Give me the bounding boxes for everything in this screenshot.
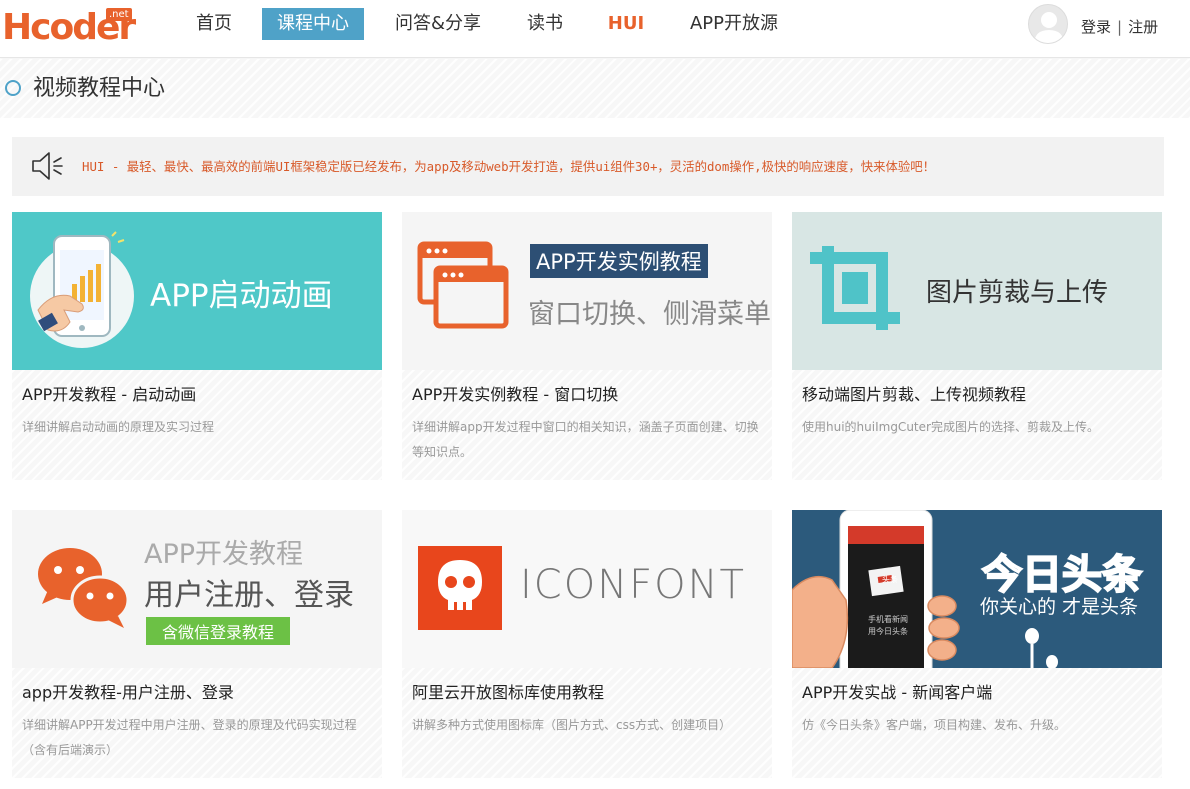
- banner-line1: APP开发实例教程: [530, 244, 708, 278]
- speaker-icon: [32, 152, 63, 180]
- phone-hand-icon: [792, 510, 960, 668]
- title-bar: [0, 59, 1190, 118]
- nav-item-courses[interactable]: 课程中心: [262, 8, 364, 40]
- nav-item-hui[interactable]: HUI: [604, 8, 648, 40]
- page-title: 视频教程中心: [33, 76, 166, 101]
- card-desc: 详细讲解app开发过程中窗口的相关知识，涵盖子页面创建、切换等知识点。: [412, 420, 759, 459]
- banner-line2: 用户注册、登录: [144, 578, 354, 613]
- card-title[interactable]: 移动端图片剪裁、上传视频教程: [802, 384, 1026, 406]
- phone-screen-badge: 头条: [882, 575, 898, 584]
- card-title[interactable]: APP开发实例教程 - 窗口切换: [412, 384, 618, 406]
- chat-bubbles-icon: [38, 548, 130, 628]
- course-card-iconfont[interactable]: ICONFONT 阿里云开放图标库使用教程 讲解多种方式使用图标库（图片方式、c…: [402, 510, 772, 778]
- register-link[interactable]: 注册: [1128, 16, 1158, 37]
- course-banner[interactable]: APP开发教程 用户注册、登录 含微信登录教程: [12, 510, 382, 668]
- course-card-user-login[interactable]: APP开发教程 用户注册、登录 含微信登录教程 app开发教程-用户注册、登录 …: [12, 510, 382, 778]
- logo-badge: .net: [106, 8, 132, 21]
- course-card-splash[interactable]: APP启动动画 APP开发教程 - 启动动画 详细讲解启动动画的原理及实习过程: [12, 212, 382, 480]
- course-banner[interactable]: 头条 手机看新闻 用今日头条 今日头条 你关心的 才是头条: [792, 510, 1162, 668]
- banner-line1: APP开发教程: [144, 539, 304, 570]
- banner-line1: 图片剪裁与上传: [926, 278, 1109, 308]
- skull-logo-icon: [418, 546, 502, 630]
- nav-item-app-open-source[interactable]: APP开放源: [684, 8, 784, 40]
- crop-icon: [810, 246, 900, 330]
- banner-tag: 含微信登录教程: [146, 617, 291, 645]
- course-banner[interactable]: APP开发实例教程 窗口切换、侧滑菜单: [402, 212, 772, 370]
- card-title[interactable]: 阿里云开放图标库使用教程: [412, 682, 604, 704]
- banner-line1: ICONFONT: [520, 562, 746, 608]
- user-silhouette-icon: [1034, 12, 1064, 43]
- earphones-icon: [1025, 628, 1058, 668]
- course-card-window-switch[interactable]: APP开发实例教程 窗口切换、侧滑菜单 APP开发实例教程 - 窗口切换 详细讲…: [402, 212, 772, 480]
- card-desc: 使用hui的huiImgCuter完成图片的选择、剪裁及上传。: [802, 420, 1099, 434]
- card-title[interactable]: APP开发实战 - 新闻客户端: [802, 682, 992, 704]
- course-banner[interactable]: APP启动动画: [12, 212, 382, 370]
- banner-line2: 你关心的 才是头条: [980, 596, 1139, 618]
- notice-bar: HUI - 最轻、最快、最高效的前端UI框架稳定版已经发布，为app及移动web…: [12, 137, 1164, 196]
- card-desc: 详细讲解APP开发过程中用户注册、登录的原理及代码实现过程（含有后端演示）: [22, 718, 357, 757]
- course-banner[interactable]: 图片剪裁与上传: [792, 212, 1162, 370]
- auth-separator: |: [1117, 18, 1123, 36]
- banner-line2: 窗口切换、侧滑菜单: [528, 299, 771, 330]
- banner-line1: APP启动动画: [150, 278, 333, 314]
- card-title[interactable]: APP开发教程 - 启动动画: [22, 384, 196, 406]
- login-link[interactable]: 登录: [1081, 16, 1111, 37]
- top-header: Hcoder .net 首页 课程中心 问答&分享 读书 HUI APP开放源 …: [0, 0, 1190, 58]
- nav-item-qa[interactable]: 问答&分享: [390, 8, 486, 40]
- phone-screen-line2: 用今日头条: [868, 627, 908, 636]
- course-banner[interactable]: ICONFONT: [402, 510, 772, 668]
- card-desc: 详细讲解启动动画的原理及实习过程: [22, 420, 215, 434]
- card-desc: 讲解多种方式使用图标库（图片方式、css方式、创建项目）: [412, 718, 732, 732]
- course-card-image-crop[interactable]: 图片剪裁与上传 移动端图片剪裁、上传视频教程 使用hui的huiImgCuter…: [792, 212, 1162, 480]
- windows-icon: [417, 241, 509, 329]
- phone-illustration-icon: [30, 231, 134, 348]
- card-title[interactable]: app开发教程-用户注册、登录: [22, 682, 234, 704]
- phone-screen-line1: 手机看新闻: [868, 615, 908, 624]
- card-desc: 仿《今日头条》客户端，项目构建、发布、升级。: [802, 718, 1067, 732]
- title-circle-icon: [5, 80, 21, 96]
- user-avatar[interactable]: [1028, 4, 1068, 44]
- nav-item-home[interactable]: 首页: [188, 8, 240, 40]
- auth-links: 登录 | 注册: [1081, 16, 1158, 37]
- notice-text[interactable]: HUI - 最轻、最快、最高效的前端UI框架稳定版已经发布，为app及移动web…: [82, 157, 935, 177]
- course-card-news-client[interactable]: 头条 手机看新闻 用今日头条 今日头条 你关心的 才是头条 APP开发实战 - …: [792, 510, 1162, 778]
- nav-item-books[interactable]: 读书: [520, 8, 570, 40]
